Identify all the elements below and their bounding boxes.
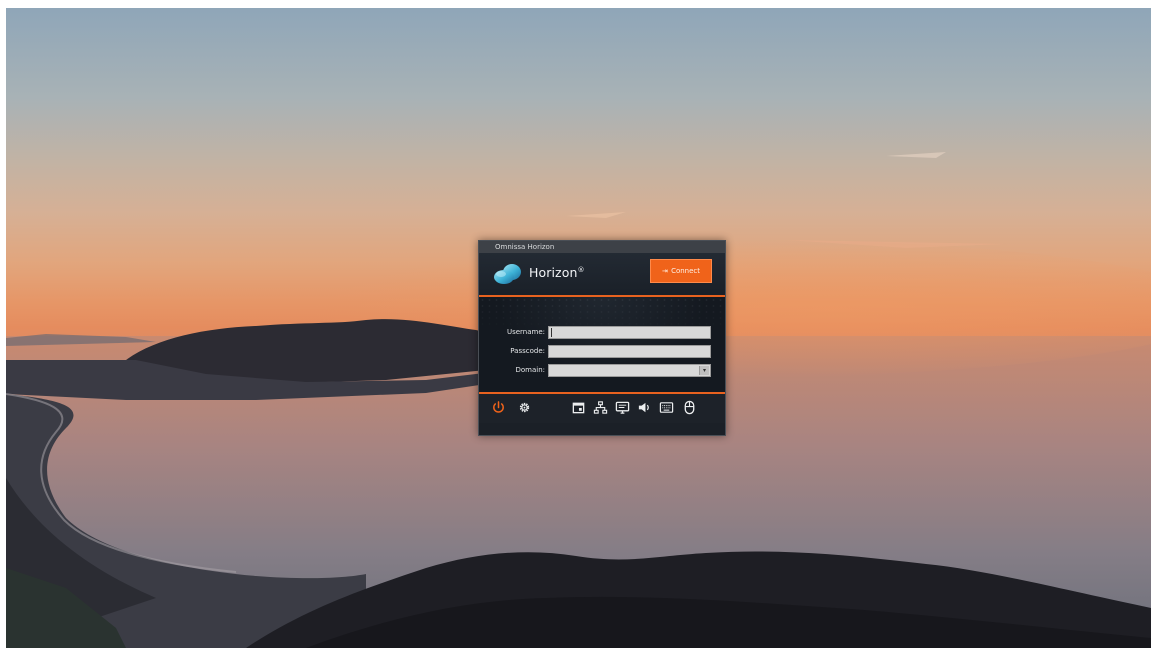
passcode-label: Passcode: [510,347,545,355]
bottom-toolbar [479,394,725,423]
brand-title: Horizon® [529,265,585,280]
login-arrow-icon: ⇥ [661,267,668,275]
username-input[interactable] [548,326,711,339]
horizon-login-window: Omnissa Horizon Horizon® ⇥ Connect Usern… [478,240,726,436]
passcode-row: Passcode: [479,345,725,358]
power-icon[interactable] [491,400,506,415]
calendar-icon[interactable] [571,400,586,415]
connect-label: Connect [671,267,701,275]
window-title: Omnissa Horizon [479,241,725,253]
chevron-down-icon[interactable]: ▾ [699,366,709,375]
domain-label: Domain: [515,366,545,374]
settings-gear-icon[interactable] [517,400,532,415]
connect-button[interactable]: ⇥ Connect [650,259,712,283]
text-cursor [551,328,552,337]
display-icon[interactable] [615,400,630,415]
dialog-header: Horizon® ⇥ Connect [479,253,725,295]
network-icon[interactable] [593,400,608,415]
brand-name: Horizon [529,265,578,280]
username-label: Username: [506,328,545,336]
domain-select[interactable]: ▾ [548,364,711,377]
desktop-background: Omnissa Horizon Horizon® ⇥ Connect Usern… [6,8,1151,648]
keyboard-icon[interactable] [659,400,674,415]
mouse-icon[interactable] [682,400,697,415]
registered-mark: ® [577,265,585,274]
domain-row: Domain: ▾ [479,364,725,377]
login-form: Username: Passcode: Domain: ▾ [479,297,725,392]
username-row: Username: [479,326,725,339]
volume-icon[interactable] [637,400,652,415]
passcode-input[interactable] [548,345,711,358]
cloud-icon [494,264,521,284]
